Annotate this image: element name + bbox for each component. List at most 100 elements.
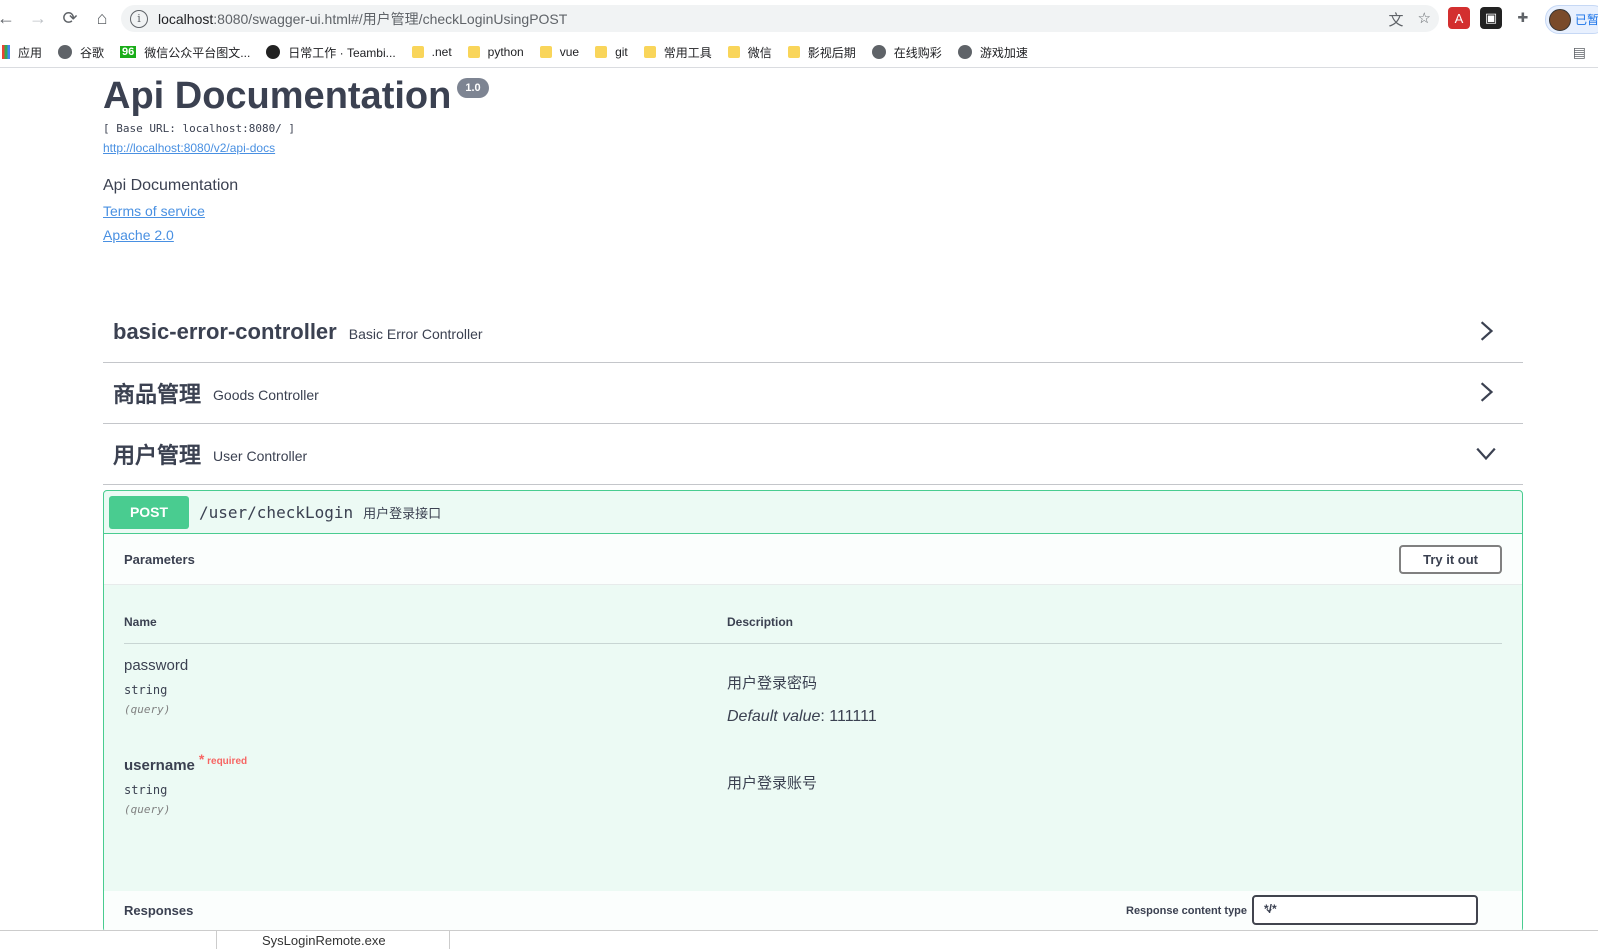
operation-summary[interactable]: POST /user/checkLogin 用户登录接口 — [104, 491, 1522, 534]
bookmark-label: 微信 — [747, 45, 772, 60]
taskbar-item[interactable]: SysLoginRemote.exe — [262, 933, 386, 948]
default-label: Default value — [727, 708, 821, 725]
bookmark-teambition[interactable]: 日常工作 · Teambi... — [266, 44, 396, 61]
bookmark-label: 游戏加速 — [979, 45, 1028, 60]
back-icon[interactable]: ← — [0, 2, 22, 34]
bookmark-folder-wechat[interactable]: 微信 — [727, 44, 772, 61]
home-icon[interactable]: ⌂ — [86, 2, 118, 34]
chevron-right-icon[interactable] — [1475, 381, 1497, 403]
operation-block: POST /user/checkLogin 用户登录接口 Parameters … — [103, 490, 1523, 932]
url-path: :8080/swagger-ui.html#/用户管理/checkLoginUs… — [213, 10, 568, 27]
bookmark-folder-video[interactable]: 影视后期 — [787, 44, 856, 61]
bookmark-star-icon[interactable]: ☆ — [1418, 9, 1431, 30]
param-default: Default value: 111111 — [727, 708, 877, 726]
default-value: : 111111 — [820, 708, 877, 725]
tag-description: Goods Controller — [213, 386, 319, 403]
api-docs-link[interactable]: http://localhost:8080/v2/api-docs — [103, 141, 489, 155]
url-text[interactable]: localhost:8080/swagger-ui.html#/用户管理/che… — [158, 9, 567, 29]
puzzle-icon[interactable]: ✚ — [1512, 7, 1534, 29]
api-description: Api Documentation — [103, 177, 239, 194]
url-host: localhost — [158, 10, 214, 27]
tag-goods[interactable]: 商品管理 Goods Controller — [103, 363, 1523, 424]
bookmark-label: 影视后期 — [807, 45, 856, 60]
required-label: required — [207, 756, 248, 767]
param-type: string — [124, 783, 168, 797]
globe-icon — [871, 45, 886, 59]
responses-title: Responses — [124, 903, 194, 918]
responses-header: Responses Response content type */* ⌄ — [104, 891, 1522, 931]
taskbar: SysLoginRemote.exe — [0, 930, 1598, 949]
tag-basic-error-controller[interactable]: basic-error-controller Basic Error Contr… — [103, 302, 1523, 363]
folder-icon — [595, 46, 608, 58]
globe-icon — [58, 45, 73, 59]
table-divider — [124, 643, 1502, 644]
folder-icon — [411, 46, 424, 58]
param-name-wrap: username * required — [124, 751, 248, 774]
bookmarks-bar: 应用 谷歌 96 微信公众平台图文... 日常工作 · Teambi... .ne… — [0, 37, 1598, 68]
bookmark-label: 谷歌 — [80, 45, 105, 60]
translate-icon[interactable]: 文 — [1389, 9, 1404, 30]
site-info-icon[interactable]: i — [130, 9, 148, 28]
required-marker: * required — [199, 751, 248, 767]
base-url: [ Base URL: localhost:8080/ ] — [103, 122, 296, 135]
bookmark-wechat-mp[interactable]: 96 微信公众平台图文... — [120, 44, 250, 61]
tag-name: 商品管理 — [113, 382, 202, 407]
tag-users[interactable]: 用户管理 User Controller — [103, 424, 1523, 485]
bookmark-folder-python[interactable]: python — [467, 45, 524, 59]
extension-icon[interactable]: ▣ — [1480, 7, 1502, 29]
terms-of-service-link[interactable]: Terms of service — [103, 203, 489, 219]
bookmark-folder-git[interactable]: git — [595, 45, 628, 59]
column-header-description: Description — [727, 615, 794, 629]
param-in: (query) — [124, 803, 171, 816]
bookmark-label: 微信公众平台图文... — [144, 45, 251, 60]
bookmark-label: .net — [431, 45, 452, 59]
api-info: Api Documentation 1.0 [ Base URL: localh… — [103, 72, 489, 243]
profile-button[interactable]: 已暂 — [1545, 5, 1598, 34]
bookmark-game[interactable]: 游戏加速 — [957, 44, 1028, 61]
param-name: username — [124, 757, 195, 774]
param-name: password — [124, 657, 189, 674]
folder-icon — [467, 46, 480, 58]
bookmark-label: vue — [559, 45, 580, 59]
try-it-out-button[interactable]: Try it out — [1399, 544, 1502, 574]
forward-icon[interactable]: → — [22, 2, 54, 34]
bookmark-folder-vue[interactable]: vue — [539, 45, 580, 59]
param-description: 用户登录账号 — [727, 775, 818, 792]
response-content-type-select[interactable]: */* ⌄ — [1252, 895, 1478, 925]
divider — [216, 931, 217, 949]
reload-icon[interactable]: ⟳ — [54, 2, 86, 34]
avatar — [1549, 8, 1571, 31]
pdf-extension-icon[interactable]: A — [1448, 7, 1470, 29]
param-in: (query) — [124, 703, 171, 716]
bookmark-apps[interactable]: 应用 — [2, 44, 42, 61]
operation-path: /user/checkLogin — [199, 502, 354, 522]
tag-name: 用户管理 — [113, 443, 202, 468]
bookmark-google[interactable]: 谷歌 — [58, 44, 104, 61]
column-header-name: Name — [124, 615, 157, 629]
folder-icon — [643, 46, 656, 58]
chevron-down-icon[interactable] — [1475, 442, 1497, 464]
reading-list-icon[interactable]: ▤ — [1573, 44, 1586, 61]
globe-icon — [957, 45, 972, 59]
bookmark-lottery[interactable]: 在线购彩 — [871, 44, 942, 61]
tag-description: Basic Error Controller — [348, 325, 483, 342]
folder-icon — [787, 46, 800, 58]
bookmark-folder-net[interactable]: .net — [411, 45, 452, 59]
folder-icon — [727, 46, 740, 58]
method-badge: POST — [109, 495, 189, 529]
chevron-right-icon[interactable] — [1475, 320, 1497, 342]
bookmark-label: git — [615, 45, 628, 59]
response-content-type-label: Response content type — [1126, 905, 1248, 917]
bookmark-label: 在线购彩 — [893, 45, 942, 60]
license-link[interactable]: Apache 2.0 — [103, 227, 489, 243]
divider — [449, 931, 450, 949]
apps-grid-icon — [2, 45, 10, 59]
bookmark-label: python — [487, 45, 524, 59]
bookmark-label: 日常工作 · Teambi... — [288, 45, 396, 60]
address-bar[interactable]: i localhost:8080/swagger-ui.html#/用户管理/c… — [121, 5, 1439, 32]
bookmark-label: 应用 — [18, 45, 43, 60]
tag-description: User Controller — [213, 447, 308, 464]
required-star: * — [198, 751, 205, 767]
chevron-down-icon: ⌄ — [1264, 901, 1275, 915]
bookmark-folder-tools[interactable]: 常用工具 — [643, 44, 712, 61]
